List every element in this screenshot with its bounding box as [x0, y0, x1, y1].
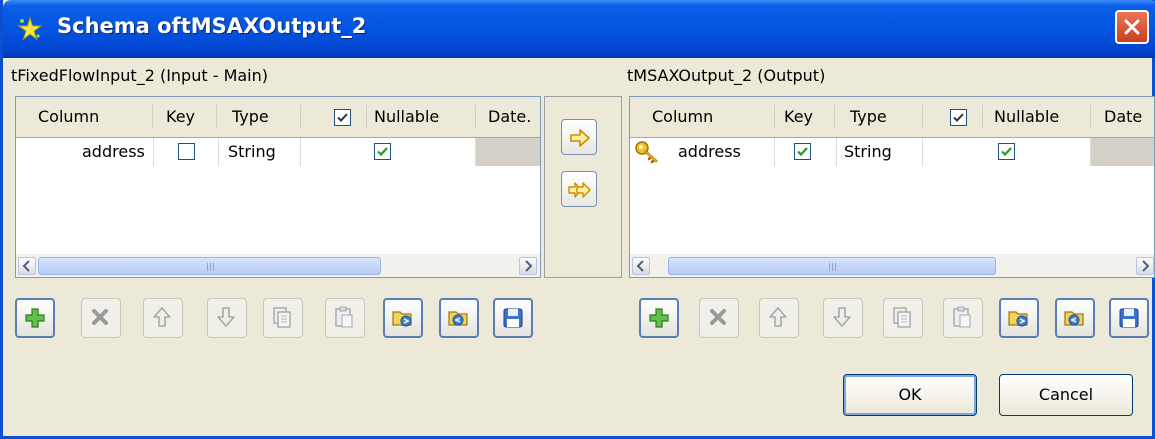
scroll-right-button[interactable]: [1136, 257, 1154, 275]
chevron-left-icon: [22, 260, 30, 272]
nullable-checkbox[interactable]: [998, 143, 1015, 160]
arrow-right-icon: [570, 129, 590, 147]
table-row[interactable]: address String: [630, 138, 1154, 166]
right-pane-label: tMSAXOutput_2 (Output): [627, 66, 826, 85]
key-checkbox[interactable]: [178, 143, 195, 160]
cell-type[interactable]: String: [228, 138, 276, 166]
table-header: Column Key Type Nullable Date.: [16, 97, 540, 138]
export-icon: [448, 311, 468, 326]
paste-button[interactable]: [943, 298, 983, 338]
copy-icon: [893, 307, 911, 328]
import-button[interactable]: [999, 298, 1039, 338]
window-title: Schema oftMSAXOutput_2: [57, 14, 367, 38]
horizontal-scrollbar[interactable]: [630, 254, 1154, 277]
scroll-thumb[interactable]: [38, 257, 381, 275]
column-header-type[interactable]: Type: [232, 97, 269, 137]
left-pane-label: tFixedFlowInput_2 (Input - Main): [11, 66, 269, 85]
paste-icon: [335, 306, 353, 328]
import-button[interactable]: [383, 298, 423, 338]
key-icon: [635, 141, 658, 164]
save-button[interactable]: [493, 298, 533, 338]
cancel-button[interactable]: Cancel: [999, 374, 1133, 416]
scroll-right-button[interactable]: [519, 257, 537, 275]
cell-column-name[interactable]: address: [678, 138, 741, 166]
date-pattern-cell: [1091, 138, 1154, 166]
checkmark-icon: [377, 147, 388, 157]
column-header-type[interactable]: Type: [850, 97, 887, 137]
move-up-button[interactable]: [143, 298, 183, 338]
key-checkbox[interactable]: [794, 143, 811, 160]
checkmark-icon: [337, 113, 348, 122]
title-bar[interactable]: Schema oftMSAXOutput_2: [3, 0, 1155, 58]
delete-icon: [710, 309, 726, 325]
paste-button[interactable]: [325, 298, 365, 338]
save-icon: [1119, 308, 1139, 328]
copy-buttons-panel: [544, 96, 622, 278]
move-up-icon: [153, 307, 171, 327]
move-up-button[interactable]: [759, 298, 799, 338]
copy-button[interactable]: [263, 298, 303, 338]
right-schema-table[interactable]: Column Key Type Nullable Date address St…: [629, 96, 1155, 278]
move-down-icon: [833, 307, 851, 327]
import-icon: [392, 311, 412, 327]
move-down-button[interactable]: [207, 298, 247, 338]
delete-icon: [92, 309, 108, 325]
checkmark-icon: [797, 147, 808, 157]
chevron-right-icon: [1142, 260, 1150, 272]
scroll-thumb[interactable]: [668, 257, 996, 275]
close-button[interactable]: [1115, 10, 1149, 44]
import-icon: [1008, 311, 1028, 327]
save-button[interactable]: [1109, 298, 1149, 338]
column-header-key[interactable]: Key: [166, 97, 195, 137]
date-pattern-cell: [476, 138, 540, 166]
copy-icon: [273, 307, 291, 328]
column-header-column[interactable]: Column: [652, 97, 713, 137]
delete-row-button[interactable]: [81, 298, 121, 338]
schema-dialog: Schema oftMSAXOutput_2 tFixedFlowInput_2…: [0, 0, 1155, 439]
nullable-checkbox[interactable]: [374, 143, 391, 160]
add-icon: [25, 308, 45, 328]
move-down-icon: [217, 307, 235, 327]
column-header-date[interactable]: Date: [1104, 97, 1142, 137]
star-sparkle-icon: [17, 16, 43, 41]
ok-button[interactable]: OK: [843, 374, 977, 416]
move-down-button[interactable]: [823, 298, 863, 338]
close-icon: [1124, 19, 1140, 35]
cell-column-name[interactable]: address: [82, 138, 145, 166]
chevron-right-icon: [525, 260, 533, 272]
header-select-checkbox[interactable]: [334, 109, 351, 126]
column-header-nullable[interactable]: Nullable: [374, 97, 439, 137]
add-row-button[interactable]: [639, 298, 679, 338]
scroll-left-button[interactable]: [632, 257, 650, 275]
column-header-key[interactable]: Key: [784, 97, 813, 137]
add-row-button[interactable]: [15, 298, 55, 338]
scroll-left-button[interactable]: [18, 257, 36, 275]
copy-selected-button[interactable]: [561, 119, 597, 155]
export-icon: [1064, 311, 1084, 326]
horizontal-scrollbar[interactable]: [16, 254, 540, 277]
table-header: Column Key Type Nullable Date: [630, 97, 1154, 138]
header-select-checkbox[interactable]: [950, 109, 967, 126]
export-button[interactable]: [1055, 298, 1095, 338]
save-icon: [503, 308, 523, 328]
left-schema-table[interactable]: Column Key Type Nullable Date. address S…: [15, 96, 541, 278]
copy-all-button[interactable]: [561, 171, 597, 207]
column-header-nullable[interactable]: Nullable: [994, 97, 1059, 137]
checkmark-icon: [953, 113, 964, 122]
cell-type[interactable]: String: [844, 138, 892, 166]
delete-row-button[interactable]: [699, 298, 739, 338]
move-up-icon: [769, 307, 787, 327]
copy-button[interactable]: [883, 298, 923, 338]
checkmark-icon: [1001, 147, 1012, 157]
column-header-date[interactable]: Date.: [488, 97, 531, 137]
chevron-left-icon: [636, 260, 644, 272]
paste-icon: [953, 306, 971, 328]
table-row[interactable]: address String: [16, 138, 540, 166]
double-arrow-right-icon: [568, 182, 591, 198]
export-button[interactable]: [439, 298, 479, 338]
add-icon: [649, 308, 669, 328]
column-header-column[interactable]: Column: [38, 97, 99, 137]
